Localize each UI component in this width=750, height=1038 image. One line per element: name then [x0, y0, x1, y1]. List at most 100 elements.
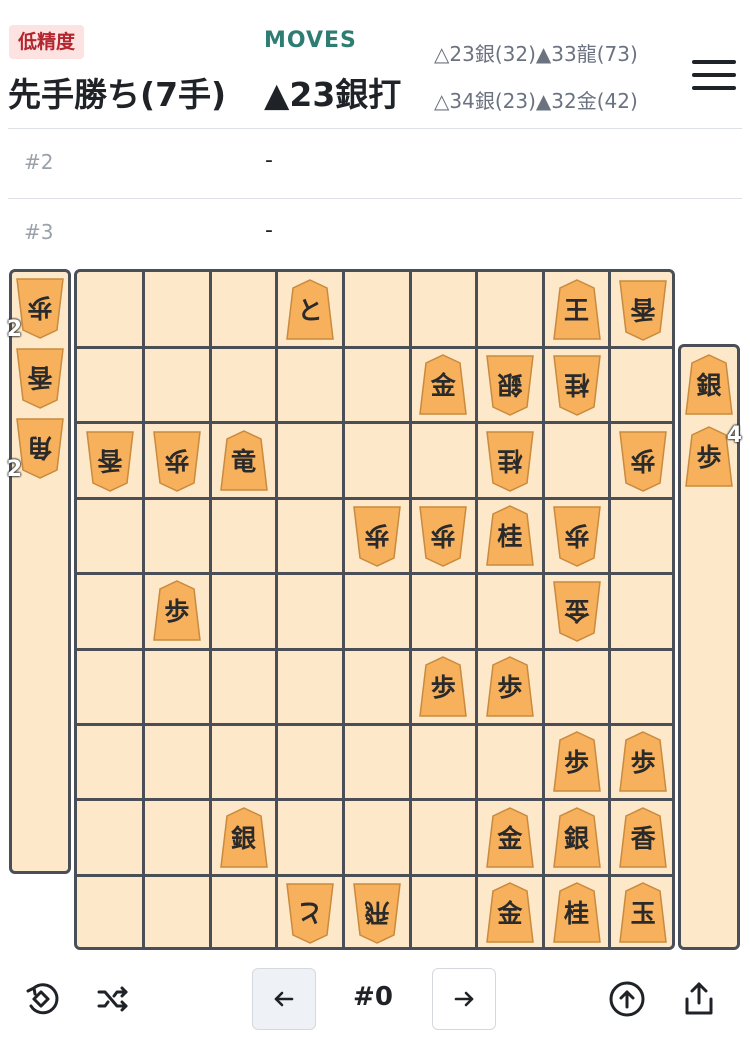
piece-label: 歩 [564, 520, 590, 550]
shogi-piece[interactable]: 香 [618, 278, 668, 342]
shogi-piece[interactable]: 香 [618, 806, 668, 870]
piece-label: 王 [563, 295, 589, 325]
shogi-piece[interactable]: 銀 [219, 806, 269, 870]
bottom-toolbar: #0 [0, 962, 750, 1038]
shogi-piece[interactable]: 歩4 [684, 423, 742, 489]
shogi-board[interactable]: と王香金銀桂香歩竜桂歩歩歩桂歩歩金歩歩歩歩銀金銀香と飛金桂玉 [74, 269, 675, 950]
piece-label: と [297, 897, 323, 927]
shogi-piece[interactable]: 桂 [485, 504, 535, 568]
piece-label: 金 [497, 823, 523, 853]
piece-label: 歩 [364, 520, 390, 550]
gote-hand[interactable]: 歩2香角2 [7, 269, 71, 874]
rotate-board-icon[interactable] [10, 968, 74, 1030]
shogi-piece[interactable]: 桂 [552, 353, 602, 417]
shogi-piece[interactable]: 歩 [485, 655, 535, 719]
piece-label: 香 [630, 823, 656, 853]
piece-label: 角 [27, 433, 53, 462]
move-index: #0 [353, 982, 393, 1012]
shogi-piece[interactable]: 竜 [219, 429, 269, 493]
piece-label: 竜 [230, 446, 256, 476]
piece-label: 銀 [497, 370, 523, 400]
shogi-piece[interactable]: 歩 [418, 504, 468, 568]
next-move-button[interactable] [432, 968, 496, 1030]
shogi-piece[interactable]: 歩 [618, 730, 668, 794]
sente-hand[interactable]: 銀歩4 [678, 344, 742, 950]
shogi-piece[interactable]: 玉 [618, 881, 668, 945]
piece-label: 歩 [630, 445, 656, 475]
grid-line [77, 345, 672, 349]
shogi-piece[interactable]: 香 [15, 346, 65, 410]
shogi-piece[interactable]: 金 [485, 881, 535, 945]
grid-line [541, 272, 545, 947]
grid-line [275, 272, 279, 947]
shogi-piece[interactable]: 角2 [7, 416, 65, 482]
piece-label: 香 [97, 445, 123, 475]
shogi-piece[interactable]: 香 [85, 429, 135, 493]
shogi-piece[interactable]: 銀 [552, 806, 602, 870]
shogi-piece[interactable]: 銀 [485, 353, 535, 417]
grid-line [77, 798, 672, 802]
move-number: #2 [24, 150, 54, 174]
piece-label: 歩 [164, 445, 190, 475]
piece-label: と [297, 295, 323, 325]
grid-line [142, 272, 146, 947]
piece-label: 歩 [164, 597, 190, 627]
menu-icon[interactable] [692, 58, 736, 92]
arrow-right-icon [454, 991, 474, 1007]
piece-label: 歩 [630, 748, 656, 778]
candidate-moves-line-2[interactable]: △34銀(23)▲32金(42) [434, 85, 638, 114]
shogi-piece[interactable]: 桂 [552, 881, 602, 945]
shogi-piece[interactable]: 歩 [618, 429, 668, 493]
grid-line [408, 272, 412, 947]
moves-label: MOVES [264, 28, 357, 53]
piece-label: 銀 [696, 371, 722, 400]
shogi-piece[interactable]: 歩 [152, 429, 202, 493]
piece-label: 金 [564, 596, 590, 626]
piece-label: 歩 [430, 672, 456, 702]
grid-line [77, 647, 672, 651]
piece-label: 玉 [630, 898, 656, 928]
shuffle-icon[interactable] [81, 968, 145, 1030]
shogi-piece[interactable]: 金 [552, 579, 602, 643]
piece-label: 香 [630, 294, 656, 324]
shogi-piece[interactable]: 桂 [485, 429, 535, 493]
shogi-piece[interactable]: 歩 [352, 504, 402, 568]
precision-badge: 低精度 [9, 25, 85, 59]
piece-label: 金 [497, 898, 523, 928]
shogi-piece[interactable]: と [285, 881, 335, 945]
grid-line [608, 272, 612, 947]
shogi-piece[interactable]: 飛 [352, 881, 402, 945]
piece-label: 桂 [563, 898, 589, 928]
piece-label: 香 [27, 363, 53, 392]
piece-label: 歩 [497, 672, 523, 702]
shogi-piece[interactable]: と [285, 278, 335, 342]
shogi-piece[interactable]: 歩 [152, 579, 202, 643]
divider [8, 198, 742, 199]
shogi-piece[interactable]: 歩2 [7, 276, 65, 342]
upload-circle-icon[interactable] [595, 968, 659, 1030]
current-move: ▲23銀打 [264, 75, 402, 114]
piece-label: 歩 [563, 748, 589, 778]
shogi-piece[interactable]: 金 [485, 806, 535, 870]
move-number: #3 [24, 220, 54, 244]
piece-count: 2 [7, 457, 23, 482]
move-row[interactable]: #2 - [8, 130, 742, 198]
piece-label: 金 [430, 371, 456, 401]
prev-move-button[interactable] [252, 968, 316, 1030]
divider [8, 128, 742, 129]
grid-line [77, 496, 672, 500]
candidate-moves-line-1[interactable]: △23銀(32)▲33龍(73) [434, 38, 638, 67]
shogi-piece[interactable]: 歩 [418, 655, 468, 719]
shogi-piece[interactable]: 王 [552, 278, 602, 342]
shogi-piece[interactable]: 歩 [552, 504, 602, 568]
share-icon[interactable] [667, 968, 731, 1030]
shogi-piece[interactable]: 銀 [684, 353, 734, 417]
move-row[interactable]: #3 - [8, 200, 742, 268]
shogi-piece[interactable]: 金 [418, 353, 468, 417]
piece-count: 2 [7, 317, 23, 342]
piece-label: 銀 [563, 823, 589, 853]
game-result: 先手勝ち(7手) [8, 75, 227, 114]
shogi-piece[interactable]: 歩 [552, 730, 602, 794]
piece-label: 桂 [497, 521, 523, 551]
grid-line [208, 272, 212, 947]
